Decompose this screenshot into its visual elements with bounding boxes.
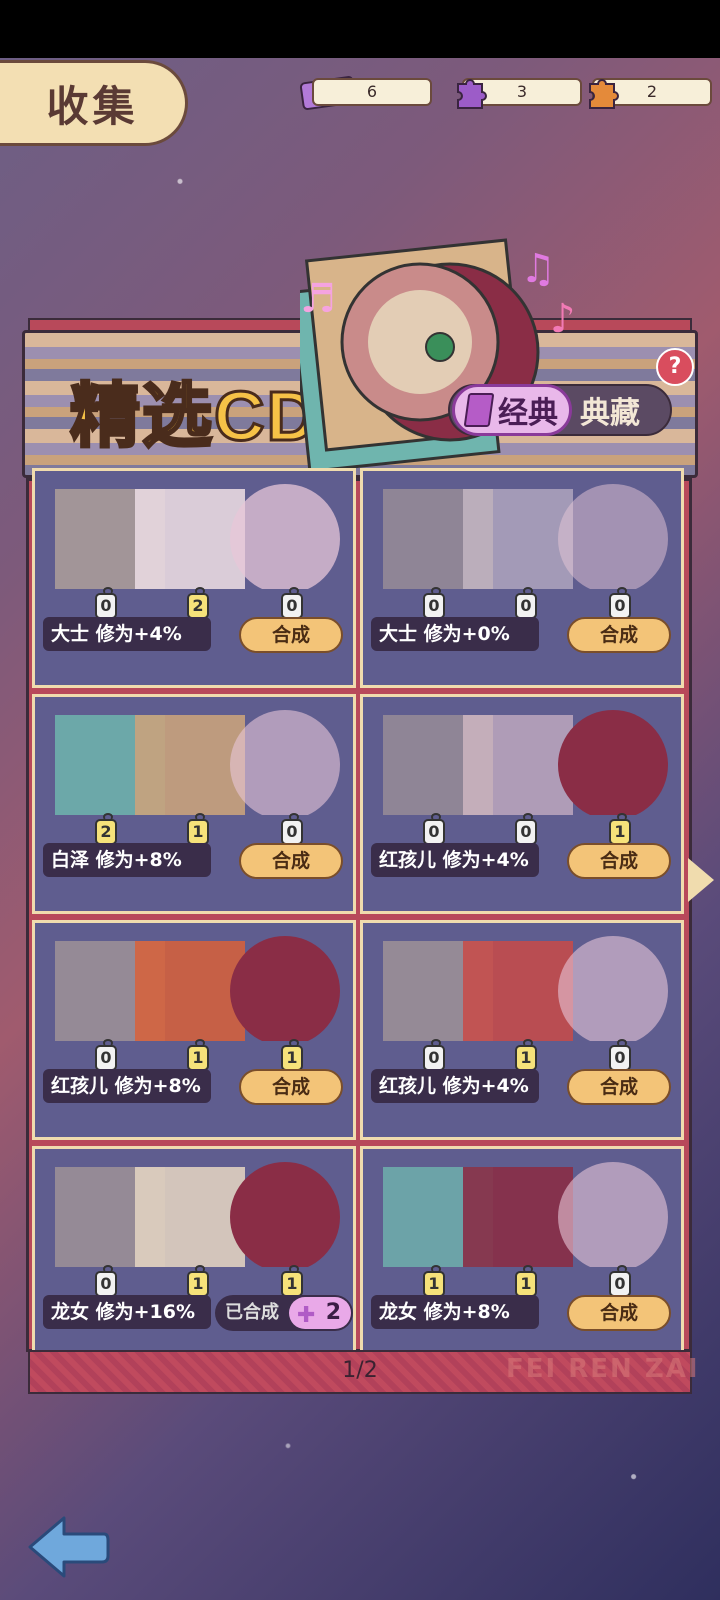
cd-card-art — [383, 484, 668, 589]
cd-card[interactable]: 0 0 0 大士 修为+0% 合成 — [360, 468, 684, 688]
svg-text:♪: ♪ — [550, 296, 576, 342]
book-icon — [463, 393, 495, 427]
synthesized-label: 已合成 — [225, 1302, 279, 1323]
purple-puzzle-icon — [457, 79, 487, 109]
piece-count: 1 — [423, 1265, 445, 1297]
piece-count: 0 — [609, 1039, 631, 1071]
synthesize-button[interactable]: 合成 — [239, 843, 343, 879]
help-icon[interactable]: ? — [656, 348, 694, 386]
piece-count: 0 — [423, 587, 445, 619]
tab-collection[interactable]: 典藏 — [580, 388, 640, 432]
cd-card[interactable]: 0 2 0 大士 修为+4% 合成 — [32, 468, 356, 688]
piece-count: 1 — [281, 1039, 303, 1071]
collection-tab[interactable]: 收集 — [0, 60, 188, 146]
next-page-arrow-icon[interactable] — [688, 858, 714, 902]
cd-card-art — [55, 1162, 340, 1267]
cd-card-art — [55, 484, 340, 589]
brand-watermark: FEI REN ZAI — [506, 1354, 700, 1384]
synthesized-status: 已合成 ✚ 2 — [215, 1295, 353, 1331]
card-bonus-label: 红孩儿 修为+8% — [43, 1069, 211, 1103]
piece-count: 1 — [609, 813, 631, 845]
piece-count: 1 — [187, 1039, 209, 1071]
piece-count: 1 — [187, 813, 209, 845]
piece-count: 0 — [515, 813, 537, 845]
card-bonus-label: 龙女 修为+8% — [371, 1295, 539, 1329]
piece-count: 0 — [423, 813, 445, 845]
card-bonus-label: 龙女 修为+16% — [43, 1295, 211, 1329]
page-title: 收集 — [46, 82, 139, 130]
piece-count: 0 — [609, 587, 631, 619]
card-bonus-label: 大士 修为+0% — [371, 617, 539, 651]
synthesize-button[interactable]: 合成 — [567, 617, 671, 653]
status-bar — [0, 0, 720, 58]
orange-puzzle-icon — [589, 79, 619, 109]
piece-count: 0 — [609, 1265, 631, 1297]
back-arrow-icon[interactable] — [26, 1514, 110, 1580]
tab-classic[interactable]: 经典 — [452, 384, 572, 436]
piece-count: 0 — [95, 1265, 117, 1297]
banner-title: 精选CD — [68, 376, 320, 457]
card-bonus-label: 红孩儿 修为+4% — [371, 843, 539, 877]
synthesize-button[interactable]: 合成 — [567, 1069, 671, 1105]
cd-album-illustration: ♬ ♫ ♪ — [300, 238, 576, 472]
cd-grid: 0 2 0 大士 修为+4% 合成 0 0 0 大士 修为+0% 合成 2 1 … — [30, 468, 690, 1366]
piece-count: 1 — [515, 1039, 537, 1071]
puzzle-piece-count: ✚ 2 — [289, 1297, 351, 1329]
piece-count: 0 — [95, 1039, 117, 1071]
cd-card-art — [383, 710, 668, 815]
piece-count: 0 — [281, 813, 303, 845]
cd-card[interactable]: 2 1 0 白泽 修为+8% 合成 — [32, 694, 356, 914]
cd-card[interactable]: 0 1 1 龙女 修为+16% 已合成 ✚ 2 — [32, 1146, 356, 1366]
card-bonus-label: 大士 修为+4% — [43, 617, 211, 651]
tab-classic-label: 经典 — [498, 396, 558, 431]
cd-card-art — [55, 936, 340, 1041]
cd-card[interactable]: 0 1 0 红孩儿 修为+4% 合成 — [360, 920, 684, 1140]
card-bonus-label: 白泽 修为+8% — [43, 843, 211, 877]
piece-count: 2 — [95, 813, 117, 845]
piece-count: 1 — [187, 1265, 209, 1297]
cd-card-art — [383, 936, 668, 1041]
piece-count: 0 — [95, 587, 117, 619]
piece-count: 0 — [423, 1039, 445, 1071]
cd-card-art — [55, 710, 340, 815]
synthesize-button[interactable]: 合成 — [239, 1069, 343, 1105]
piece-count: 0 — [515, 587, 537, 619]
synthesize-button[interactable]: 合成 — [567, 843, 671, 879]
card-bonus-label: 红孩儿 修为+4% — [371, 1069, 539, 1103]
tab-collection-label: 典藏 — [580, 396, 640, 431]
puzzle-icon: ✚ — [297, 1303, 316, 1328]
cd-card-art — [383, 1162, 668, 1267]
synthesize-button[interactable]: 合成 — [239, 617, 343, 653]
puzzle-count: 2 — [325, 1300, 341, 1325]
piece-count: 1 — [515, 1265, 537, 1297]
cd-card[interactable]: 0 1 1 红孩儿 修为+8% 合成 — [32, 920, 356, 1140]
svg-text:♬: ♬ — [300, 276, 336, 322]
svg-text:♫: ♫ — [520, 246, 556, 292]
piece-count: 2 — [187, 587, 209, 619]
synthesize-button[interactable]: 合成 — [567, 1295, 671, 1331]
ticket-count: 6 — [312, 78, 432, 106]
cd-card[interactable]: 1 1 0 龙女 修为+8% 合成 — [360, 1146, 684, 1366]
piece-count: 0 — [281, 587, 303, 619]
cd-card[interactable]: 0 0 1 红孩儿 修为+4% 合成 — [360, 694, 684, 914]
piece-count: 1 — [281, 1265, 303, 1297]
